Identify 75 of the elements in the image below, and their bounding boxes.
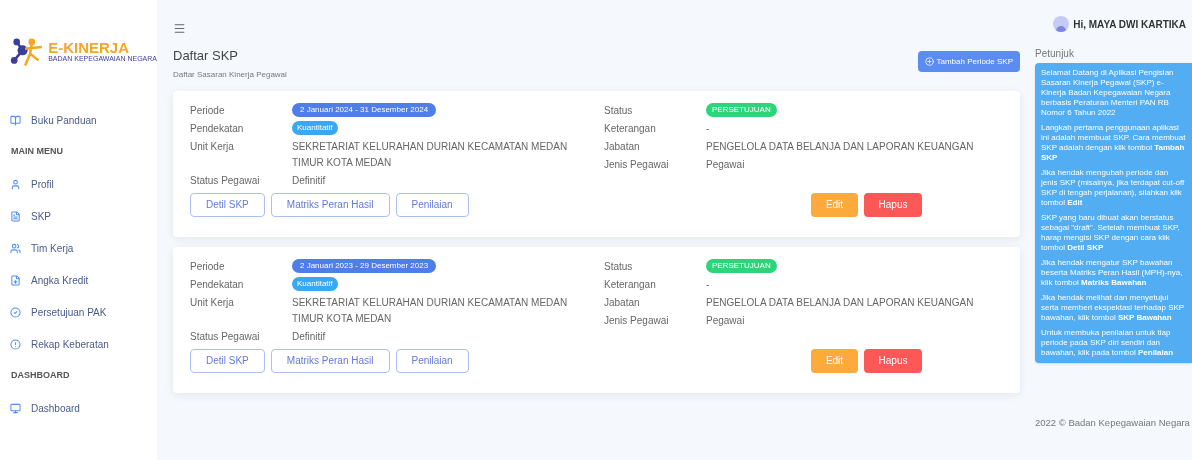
field-value: - — [706, 121, 710, 136]
field-label: Status Pegawai — [190, 329, 261, 344]
avatar-icon — [1053, 16, 1070, 32]
alert-circle-icon — [10, 338, 21, 350]
field-value: Pegawai — [706, 313, 745, 328]
help-text: Selamat Datang di Aplikasi Pengisian Sasaran Kinerja Pegawai (SKP) e-Kinerja Badan Kepegawaian Negara berbasis Peraturan Menteri PAN RB Nomor 6 Tahun 2022 — [1041, 68, 1175, 118]
page-title: Daftar SKP — [173, 47, 240, 65]
sidebar-link[interactable]: SKP — [0, 200, 157, 232]
help-text: Jika hendak melihat dan menyetujui serta memberi ekspektasi terhadap SKP bawahan, klik tombol SKP Bawahan — [1041, 293, 1186, 323]
field-value: PENGELOLA DATA BELANJA DAN LAPORAN KEUANGAN — [706, 139, 974, 154]
menu-section-heading: MAIN MENU — [11, 145, 63, 159]
outline-button[interactable]: Penilaian — [395, 348, 469, 373]
field-label: Unit Kerja — [190, 295, 235, 310]
user-greeting[interactable]: Hi, MAYA DWI KARTIKA — [1073, 16, 1186, 32]
users-icon — [10, 242, 21, 254]
book-icon — [10, 114, 21, 126]
help-text: Langkah pertama penggunaan aplikasi ini adalah membuat SKP. Cara membuat SKP adalah dengan klik tombol Tambah SKP — [1041, 123, 1186, 163]
field-label: Jabatan — [604, 295, 641, 310]
logo-title: E-KINERJA — [48, 40, 130, 56]
field-label: Pendekatan — [190, 277, 245, 292]
add-period-button[interactable]: Tambah Periode SKP — [917, 51, 1020, 72]
field-label: Jabatan — [604, 139, 641, 154]
field-value: PENGELOLA DATA BELANJA DAN LAPORAN KEUANGAN — [706, 295, 974, 310]
footer-text: 2022 © Badan Kepegawaian Negara — [1035, 415, 1191, 430]
field-label: Jenis Pegawai — [604, 313, 670, 328]
user-icon — [10, 178, 21, 190]
menu-icon[interactable] — [173, 22, 186, 35]
help-text: Jika hendak mengubah periode dan jenis SKP (misalnya, jika terdapat cut-off SKP di tengah perjalanan), silahkan klik tombol Edit — [1041, 168, 1186, 208]
plus-circle-icon — [924, 57, 934, 66]
field-value: Pegawai — [706, 157, 745, 172]
field-label: Periode — [190, 259, 226, 274]
delete-button[interactable]: Hapus — [864, 192, 922, 217]
field-label: Status — [604, 259, 634, 274]
check-circle-icon — [10, 306, 21, 318]
outline-button[interactable]: Detil SKP — [190, 348, 265, 373]
monitor-icon — [10, 402, 21, 414]
approach-badge: Kuantitatif — [292, 120, 338, 135]
help-text: Jika hendak mengatur SKP bawahan beserta Matriks Peran Hasil (MPH)-nya, klik tombol Matriks Bawahan — [1041, 258, 1184, 288]
page-subtitle: Daftar Sasaran Kinerja Pegawai — [173, 68, 287, 81]
sidebar-link[interactable]: Rekap Keberatan — [0, 328, 157, 360]
field-label: Unit Kerja — [190, 139, 235, 154]
document-plus-icon — [10, 274, 21, 286]
field-value: - — [706, 277, 710, 292]
period-badge: 2 Januari 2024 - 31 Desember 2024 — [292, 102, 437, 117]
approach-badge: Kuantitatif — [292, 276, 338, 291]
field-label: Status — [604, 103, 634, 118]
outline-button[interactable]: Penilaian — [395, 192, 469, 217]
field-label: Periode — [190, 103, 226, 118]
help-text: Untuk membuka penilaian untuk tiap periode pada SKP diri sendiri dan bawahan, klik pada tombol Penilaian — [1041, 328, 1175, 358]
field-label: Status Pegawai — [190, 173, 261, 188]
help-text: SKP yang baru dibuat akan berstatus sebagai "draft". Setelah membuat SKP, harap mengisi SKP dengan cara klik tombol Detil SKP — [1041, 213, 1181, 253]
field-value: Definitif — [292, 329, 326, 344]
outline-button[interactable]: Matriks Peran Hasil — [270, 192, 390, 217]
field-label: Keterangan — [604, 121, 657, 136]
sidebar-link[interactable]: Profil — [0, 168, 157, 200]
field-value: SEKRETARIAT KELURAHAN DURIAN KECAMATAN MEDAN TIMUR KOTA MEDAN — [292, 295, 569, 326]
status-badge: PERSETUJUAN — [706, 102, 777, 117]
period-badge: 2 Januari 2023 - 29 Desember 2023 — [292, 258, 437, 273]
sidebar-link[interactable]: Buku Panduan — [0, 104, 157, 136]
sidebar-link[interactable]: Tim Kerja — [0, 232, 157, 264]
menu-section-heading: DASHBOARD — [11, 369, 70, 383]
field-label: Keterangan — [604, 277, 657, 292]
outline-button[interactable]: Detil SKP — [190, 192, 265, 217]
field-label: Jenis Pegawai — [604, 157, 670, 172]
status-badge: PERSETUJUAN — [706, 258, 777, 273]
field-value: Definitif — [292, 173, 326, 188]
field-value: SEKRETARIAT KELURAHAN DURIAN KECAMATAN MEDAN TIMUR KOTA MEDAN — [292, 139, 569, 170]
document-icon — [10, 210, 21, 222]
sidebar-link[interactable]: Persetujuan PAK — [0, 296, 157, 328]
sidebar-link[interactable]: Angka Kredit — [0, 264, 157, 296]
outline-button[interactable]: Matriks Peran Hasil — [270, 348, 390, 373]
sidebar-link[interactable]: Dashboard — [0, 392, 157, 424]
field-label: Pendekatan — [190, 121, 245, 136]
help-title: Petunjuk — [1035, 47, 1075, 61]
delete-button[interactable]: Hapus — [864, 348, 922, 373]
